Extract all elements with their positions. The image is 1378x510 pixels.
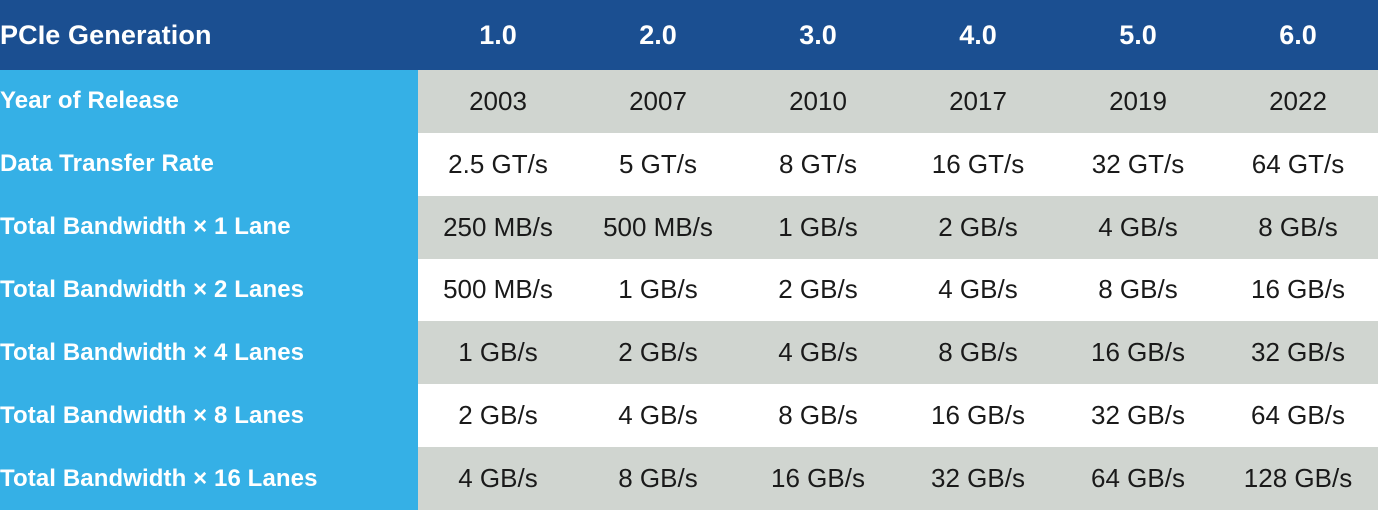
row-label: Total Bandwidth × 1 Lane <box>0 195 418 259</box>
table-cell: 2019 <box>1058 70 1218 133</box>
table-cell: 64 GT/s <box>1218 132 1378 196</box>
table-corner-title: PCIe Generation <box>0 0 418 70</box>
table-cell: 4 GB/s <box>578 384 738 448</box>
table-cell: 8 GT/s <box>738 132 898 196</box>
table-cell: 2 GB/s <box>418 384 578 448</box>
table-cell: 250 MB/s <box>418 195 578 259</box>
table-cell: 2010 <box>738 70 898 133</box>
table-cell: 2017 <box>898 70 1058 133</box>
table-cell: 16 GT/s <box>898 132 1058 196</box>
pcie-generation-table-container: PCIe Generation 1.0 2.0 3.0 4.0 5.0 6.0 … <box>0 0 1378 510</box>
table-cell: 500 MB/s <box>418 258 578 322</box>
table-cell: 32 GB/s <box>898 447 1058 510</box>
table-cell: 5 GT/s <box>578 132 738 196</box>
table-cell: 8 GB/s <box>578 447 738 510</box>
table-row: Year of Release 2003 2007 2010 2017 2019… <box>0 70 1378 133</box>
table-cell: 32 GT/s <box>1058 132 1218 196</box>
column-header-gen-6: 6.0 <box>1218 0 1378 70</box>
table-cell: 500 MB/s <box>578 195 738 259</box>
table-cell: 2 GB/s <box>578 321 738 385</box>
column-header-gen-5: 5.0 <box>1058 0 1218 70</box>
table-cell: 16 GB/s <box>1218 258 1378 322</box>
column-header-gen-2: 2.0 <box>578 0 738 70</box>
table-cell: 2003 <box>418 70 578 133</box>
table-cell: 1 GB/s <box>738 195 898 259</box>
row-label: Total Bandwidth × 4 Lanes <box>0 321 418 385</box>
table-cell: 2022 <box>1218 70 1378 133</box>
table-row: Total Bandwidth × 1 Lane 250 MB/s 500 MB… <box>0 195 1378 259</box>
table-cell: 16 GB/s <box>738 447 898 510</box>
column-header-gen-3: 3.0 <box>738 0 898 70</box>
table-row: Total Bandwidth × 4 Lanes 1 GB/s 2 GB/s … <box>0 321 1378 385</box>
table-cell: 4 GB/s <box>418 447 578 510</box>
table-row: Total Bandwidth × 8 Lanes 2 GB/s 4 GB/s … <box>0 384 1378 448</box>
table-cell: 4 GB/s <box>738 321 898 385</box>
row-label: Data Transfer Rate <box>0 132 418 196</box>
table-cell: 128 GB/s <box>1218 447 1378 510</box>
table-cell: 64 GB/s <box>1058 447 1218 510</box>
table-cell: 1 GB/s <box>418 321 578 385</box>
table-cell: 8 GB/s <box>898 321 1058 385</box>
row-label: Total Bandwidth × 8 Lanes <box>0 384 418 448</box>
table-row: Data Transfer Rate 2.5 GT/s 5 GT/s 8 GT/… <box>0 132 1378 196</box>
table-cell: 8 GB/s <box>1218 195 1378 259</box>
table-cell: 1 GB/s <box>578 258 738 322</box>
table-cell: 32 GB/s <box>1058 384 1218 448</box>
row-label: Year of Release <box>0 70 418 133</box>
table-cell: 16 GB/s <box>898 384 1058 448</box>
table-row: Total Bandwidth × 2 Lanes 500 MB/s 1 GB/… <box>0 258 1378 322</box>
table-cell: 4 GB/s <box>1058 195 1218 259</box>
table-cell: 2 GB/s <box>738 258 898 322</box>
table-cell: 16 GB/s <box>1058 321 1218 385</box>
table-cell: 2.5 GT/s <box>418 132 578 196</box>
row-label: Total Bandwidth × 2 Lanes <box>0 258 418 322</box>
table-cell: 2 GB/s <box>898 195 1058 259</box>
table-row: Total Bandwidth × 16 Lanes 4 GB/s 8 GB/s… <box>0 447 1378 510</box>
table-cell: 8 GB/s <box>738 384 898 448</box>
table-header: PCIe Generation 1.0 2.0 3.0 4.0 5.0 6.0 <box>0 0 1378 70</box>
pcie-generation-table: PCIe Generation 1.0 2.0 3.0 4.0 5.0 6.0 … <box>0 0 1378 510</box>
table-cell: 8 GB/s <box>1058 258 1218 322</box>
table-cell: 64 GB/s <box>1218 384 1378 448</box>
table-cell: 4 GB/s <box>898 258 1058 322</box>
table-body: Year of Release 2003 2007 2010 2017 2019… <box>0 70 1378 510</box>
column-header-gen-4: 4.0 <box>898 0 1058 70</box>
table-cell: 2007 <box>578 70 738 133</box>
row-label: Total Bandwidth × 16 Lanes <box>0 447 418 510</box>
header-row: PCIe Generation 1.0 2.0 3.0 4.0 5.0 6.0 <box>0 0 1378 70</box>
table-cell: 32 GB/s <box>1218 321 1378 385</box>
column-header-gen-1: 1.0 <box>418 0 578 70</box>
